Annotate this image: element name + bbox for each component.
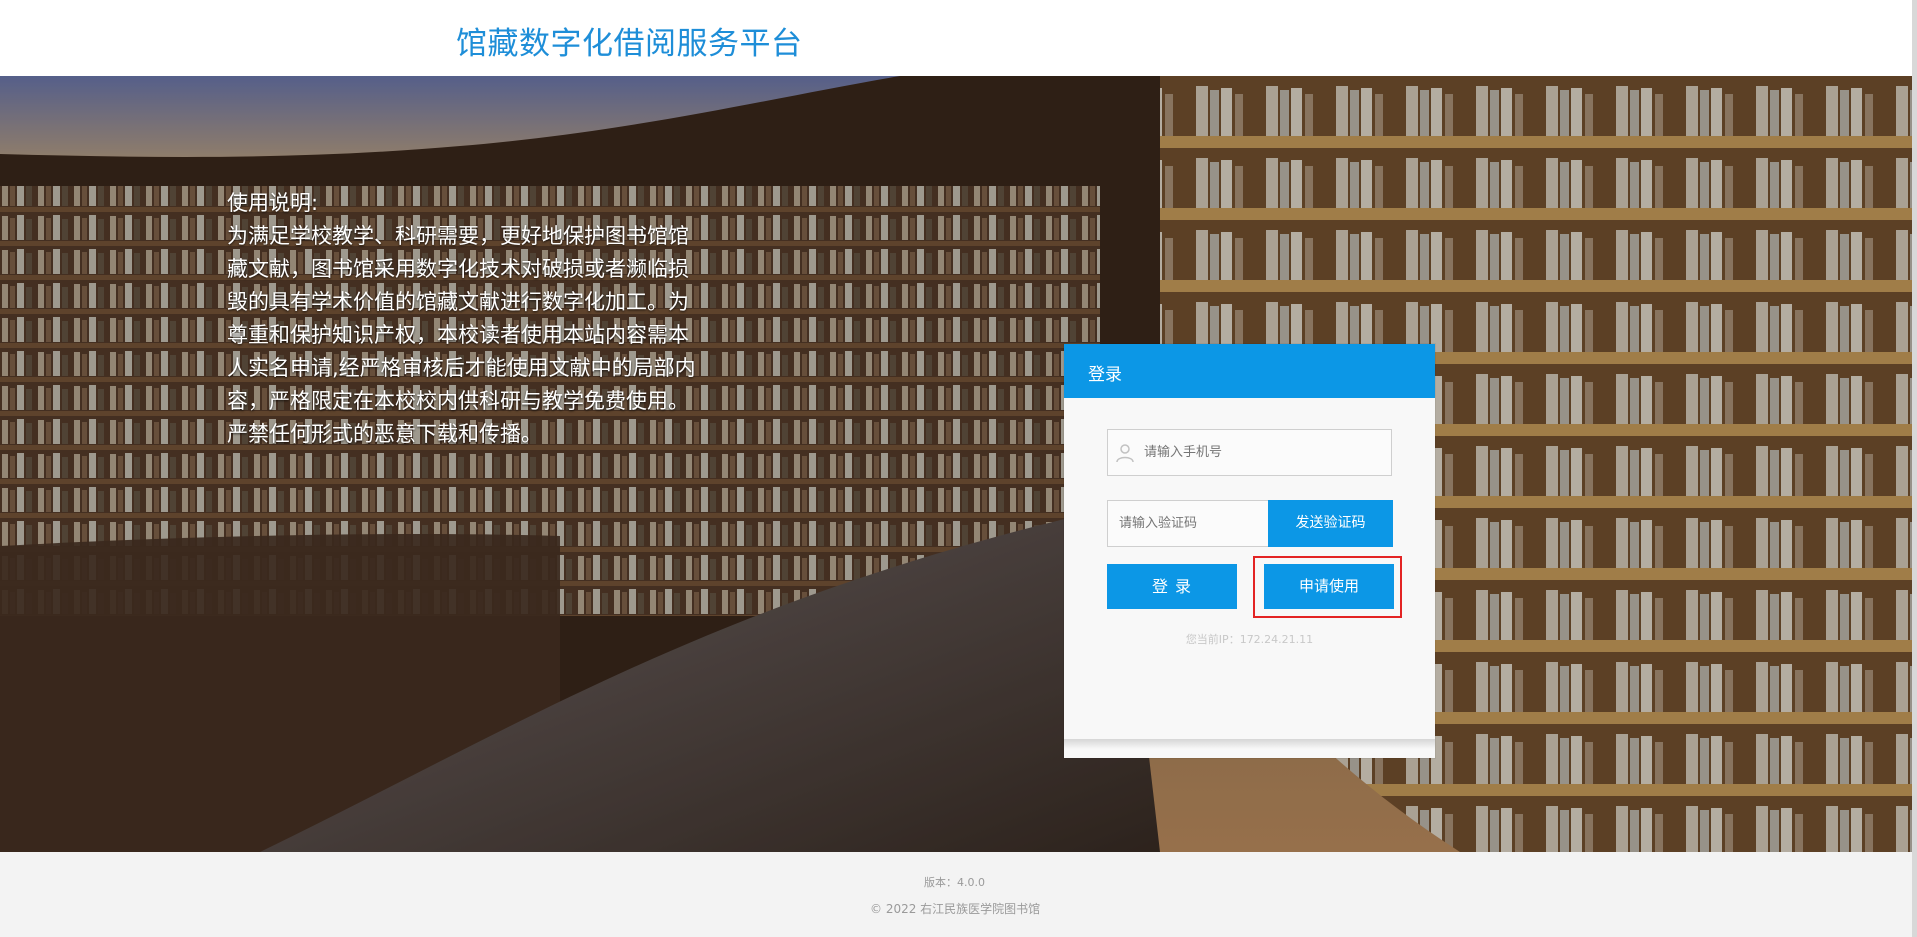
site-title: 馆藏数字化借阅服务平台 [456,26,803,62]
verification-code-input[interactable] [1119,501,1264,546]
phone-input[interactable] [1144,430,1384,475]
verification-code-field [1107,500,1268,547]
card-bottom-shadow [1064,739,1435,749]
right-scrollbar[interactable] [1912,0,1917,937]
send-code-button[interactable]: 发送验证码 [1268,500,1393,547]
apply-highlight-box [1253,556,1402,618]
current-ip: 您当前IP：172.24.21.11 [1185,633,1314,646]
user-icon [1115,443,1135,463]
instructions-body: 为满足学校教学、科研需要，更好地保护图书馆馆藏文献，图书馆采用数字化技术对破损或… [227,224,696,446]
phone-field [1107,429,1392,476]
login-button[interactable]: 登 录 [1107,564,1237,609]
page-header: 馆藏数字化借阅服务平台 [0,0,1917,76]
copyright-text: © 2022 右江民族医学院图书馆 [870,902,1041,916]
page: 馆藏数字化借阅服务平台 使用说明: 为满足学校教学、科研需要，更好地保护图书馆馆… [0,0,1917,937]
version-text: 版本：4.0.0 [924,876,985,889]
usage-instructions: 使用说明: 为满足学校教学、科研需要，更好地保护图书馆馆藏文献，图书馆采用数字化… [227,187,697,451]
login-card-header: 登录 [1064,344,1435,398]
login-title: 登录 [1088,365,1122,385]
library-hero-image: 使用说明: 为满足学校教学、科研需要，更好地保护图书馆馆藏文献，图书馆采用数字化… [0,76,1912,852]
page-footer: 版本：4.0.0 © 2022 右江民族医学院图书馆 [0,852,1912,937]
instructions-title: 使用说明: [227,191,319,215]
login-card: 登录 发送验证码 登 录 申请使用 您当前IP：172.24.21.11 [1064,344,1435,758]
